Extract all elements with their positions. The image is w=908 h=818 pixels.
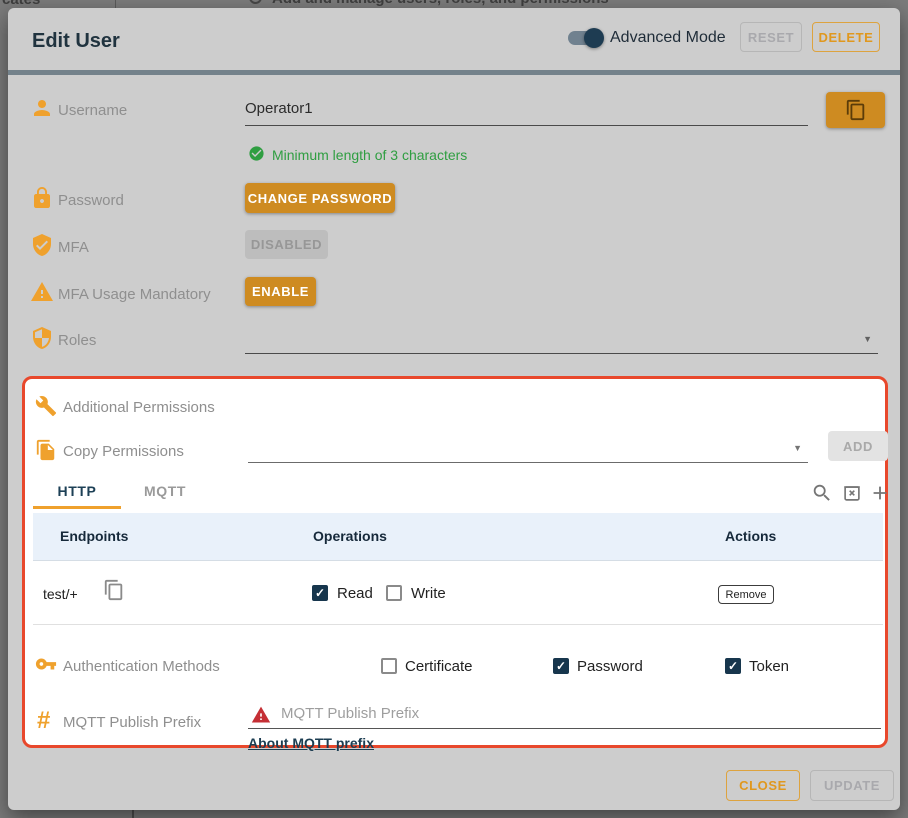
column-header-endpoints: Endpoints: [60, 528, 128, 544]
advanced-mode-toggle[interactable]: [568, 28, 604, 48]
mfa-label: MFA: [58, 239, 89, 256]
roles-label: Roles: [58, 332, 96, 349]
change-password-button[interactable]: CHANGE PASSWORD: [245, 183, 395, 213]
active-tab-indicator: [33, 506, 121, 509]
shield-icon: [30, 326, 54, 350]
endpoint-value: test/+: [43, 586, 78, 602]
certificate-checkbox[interactable]: [381, 658, 397, 674]
copy-permissions-select[interactable]: ▼: [248, 435, 808, 463]
reset-button[interactable]: RESET: [740, 22, 802, 52]
copy-permissions-label: Copy Permissions: [63, 443, 184, 460]
close-button[interactable]: CLOSE: [726, 770, 800, 801]
certificate-label: Certificate: [405, 658, 473, 675]
password-checkbox[interactable]: ✓: [553, 658, 569, 674]
roles-select[interactable]: ▼: [245, 326, 878, 354]
dialog-title: Edit User: [32, 30, 120, 53]
search-icon[interactable]: [811, 482, 833, 504]
copy-permissions-underline: [248, 462, 808, 463]
backdrop-sidebar-edge: [132, 810, 134, 818]
additional-permissions-section: Additional Permissions Copy Permissions …: [22, 376, 888, 748]
copy-endpoint-icon[interactable]: [103, 579, 125, 601]
mfa-status-button[interactable]: DISABLED: [245, 230, 328, 259]
table-header-row: Endpoints Operations Actions: [33, 513, 883, 561]
mqtt-prefix-input[interactable]: [281, 705, 681, 722]
mfa-enable-button[interactable]: ENABLE: [245, 277, 316, 306]
toggle-knob: [584, 28, 604, 48]
lock-icon: [30, 186, 54, 210]
column-header-operations: Operations: [313, 528, 387, 544]
tab-mqtt[interactable]: MQTT: [121, 477, 209, 505]
hash-icon: #: [37, 709, 50, 733]
header-divider: [8, 70, 900, 75]
shield-check-icon: [30, 233, 54, 257]
password-method-label: Password: [577, 658, 643, 675]
mfa-mandatory-label: MFA Usage Mandatory: [58, 286, 211, 303]
error-warning-icon: [251, 705, 271, 725]
copy-username-button[interactable]: [826, 92, 885, 128]
password-label: Password: [58, 192, 124, 209]
update-button[interactable]: UPDATE: [810, 770, 894, 801]
delete-button[interactable]: DELETE: [812, 22, 880, 52]
token-checkbox[interactable]: ✓: [725, 658, 741, 674]
check-circle-icon: [248, 145, 265, 162]
write-label: Write: [411, 585, 446, 602]
chevron-down-icon: ▼: [793, 443, 802, 453]
copy-file-icon: [35, 439, 57, 461]
chevron-down-icon: ▼: [863, 334, 872, 344]
backdrop-description: Add and manage users, roles, and permiss…: [272, 0, 609, 7]
mqtt-prefix-underline: [248, 728, 881, 729]
add-permission-button[interactable]: ADD: [828, 431, 888, 461]
wrench-icon: [35, 395, 57, 417]
copy-icon: [845, 99, 867, 121]
about-mqtt-prefix-link[interactable]: About MQTT prefix: [248, 735, 374, 751]
token-label: Token: [749, 658, 789, 675]
delete-all-icon[interactable]: [841, 482, 863, 504]
table-row: test/+ ✓ Read Write Remove: [33, 561, 883, 625]
roles-underline: [245, 353, 878, 354]
info-icon: [249, 0, 262, 4]
person-icon: [30, 96, 54, 120]
username-helper-text: Minimum length of 3 characters: [272, 147, 467, 163]
mqtt-prefix-label: MQTT Publish Prefix: [63, 714, 201, 731]
screen: cates Add and manage users, roles, and p…: [0, 0, 908, 818]
read-checkbox[interactable]: ✓: [312, 585, 328, 601]
username-input[interactable]: [245, 100, 805, 117]
warning-icon: [30, 280, 54, 304]
username-underline: [245, 125, 808, 126]
advanced-mode-label: Advanced Mode: [610, 29, 726, 47]
add-endpoint-icon[interactable]: [869, 482, 891, 504]
write-checkbox[interactable]: [386, 585, 402, 601]
backdrop-partial-text: cates: [2, 0, 40, 8]
remove-button[interactable]: Remove: [718, 585, 774, 604]
tab-http[interactable]: HTTP: [33, 477, 121, 505]
column-header-actions: Actions: [725, 528, 776, 544]
username-label: Username: [58, 102, 127, 119]
auth-methods-label: Authentication Methods: [63, 658, 220, 675]
backdrop-divider: [115, 0, 116, 8]
read-label: Read: [337, 585, 373, 602]
additional-permissions-title: Additional Permissions: [63, 399, 215, 416]
edit-user-dialog: Edit User Advanced Mode RESET DELETE Use…: [8, 8, 900, 810]
key-icon: [35, 653, 57, 675]
